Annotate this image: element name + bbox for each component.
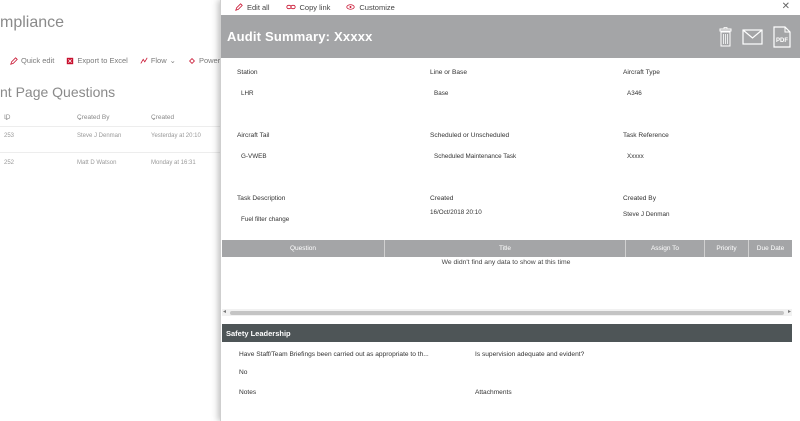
horizontal-scrollbar[interactable]: ◂ ▸	[222, 309, 792, 316]
list-title: nt Page Questions	[0, 84, 116, 100]
quick-edit-label: Quick edit	[21, 56, 55, 65]
grid-empty-message: We didn't find any data to show at this …	[441, 259, 571, 266]
svg-text:PDF: PDF	[776, 38, 788, 44]
scheduled-label: Scheduled or Unscheduled	[430, 132, 510, 139]
item-panel: Edit all Copy link Customize ✕ Audit Sum…	[220, 0, 800, 421]
aircraft-tail-value: G-VWEB	[241, 153, 267, 160]
scheduled-field: Scheduled or Unscheduled Scheduled Maint…	[430, 132, 516, 160]
created-value: 16/Oct/2018 20:10	[430, 209, 482, 216]
column-header-due-date[interactable]: Due Date	[749, 240, 792, 257]
line-or-base-label: Line or Base	[430, 69, 468, 76]
cell-created-by: Steve J Denman	[77, 133, 122, 139]
scroll-left-icon[interactable]: ◂	[223, 309, 226, 316]
created-by-label: Created By	[623, 195, 656, 202]
column-header-assign-to[interactable]: Assign To	[626, 240, 705, 257]
notes-label: Notes	[239, 389, 257, 396]
task-reference-label: Task Reference	[623, 132, 669, 139]
quick-edit-button[interactable]: Quick edit	[10, 56, 54, 65]
task-description-field: Task Description Fuel filter change	[237, 195, 289, 223]
line-or-base-value: Base	[434, 90, 449, 97]
flow-icon	[140, 57, 148, 64]
created-by-field: Created By Steve J Denman	[623, 195, 670, 218]
aircraft-tail-field: Aircraft Tail G-VWEB	[237, 132, 270, 160]
pencil-icon	[235, 3, 243, 11]
copy-link-label: Copy link	[299, 2, 331, 12]
column-header-created-by[interactable]: Created By ⌄	[77, 114, 110, 122]
scrollbar-thumb[interactable]	[230, 310, 784, 315]
aircraft-type-label: Aircraft Type	[623, 69, 660, 76]
cell-id: 253	[4, 133, 15, 139]
trash-icon[interactable]	[719, 27, 732, 47]
export-excel-button[interactable]: Export to Excel	[66, 56, 128, 65]
form-header: Audit Summary: Xxxxx PDF	[221, 15, 800, 58]
eye-icon	[346, 4, 355, 10]
station-value: LHR	[241, 90, 254, 97]
flow-label: Flow	[150, 56, 167, 65]
station-field: Station LHR	[237, 69, 258, 97]
task-description-label: Task Description	[237, 195, 286, 202]
station-label: Station	[237, 69, 258, 76]
column-header-id[interactable]: ID ⌄	[4, 114, 11, 122]
task-reference-field: Task Reference Xxxxx	[623, 132, 669, 160]
column-header-title[interactable]: Title	[385, 240, 626, 257]
chevron-down-icon: ⌄	[169, 56, 176, 65]
close-icon[interactable]: ✕	[782, 1, 790, 12]
created-field: Created 16/Oct/2018 20:10	[430, 195, 482, 216]
cell-created-by: Matt D Watson	[77, 160, 117, 166]
aircraft-type-field: Aircraft Type A346	[623, 69, 660, 97]
actions-grid-header: Question Title Assign To Priority Due Da…	[222, 240, 792, 257]
excel-icon	[67, 57, 74, 64]
command-bar: Edit all Copy link Customize	[221, 0, 800, 14]
link-icon	[285, 4, 296, 10]
cell-created: Yesterday at 20:10	[151, 133, 201, 139]
column-header-created[interactable]: Created ⌄	[151, 114, 174, 122]
scheduled-value: Scheduled Maintenance Task	[434, 153, 517, 160]
cell-id: 252	[4, 160, 15, 166]
column-header-priority[interactable]: Priority	[705, 240, 749, 257]
attachments-label: Attachments	[475, 389, 512, 396]
header-actions: PDF	[719, 26, 791, 48]
export-excel-label: Export to Excel	[77, 56, 128, 65]
cell-created: Monday at 16:31	[151, 160, 196, 166]
site-title: mpliance	[0, 14, 65, 31]
edit-all-button[interactable]: Edit all	[235, 3, 270, 12]
copy-link-button[interactable]: Copy link	[285, 2, 331, 12]
customize-button[interactable]: Customize	[346, 2, 395, 12]
task-reference-value: Xxxxx	[627, 153, 644, 160]
mail-icon[interactable]	[742, 29, 763, 45]
question-staff-briefings: Have Staff/Team Briefings been carried o…	[239, 351, 429, 358]
divider	[0, 152, 220, 153]
column-header-question[interactable]: Question	[222, 240, 385, 257]
pdf-icon[interactable]: PDF	[773, 26, 791, 48]
task-description-value: Fuel filter change	[241, 216, 290, 223]
divider	[0, 126, 220, 127]
question-supervision: Is supervision adequate and evident?	[475, 351, 585, 358]
form-title: Audit Summary: Xxxxx	[227, 29, 373, 44]
edit-all-label: Edit all	[247, 2, 270, 12]
line-or-base-field: Line or Base Base	[430, 69, 468, 97]
list-toolbar: Quick edit Export to Excel Flow ⌄ PowerA…	[10, 56, 237, 65]
created-by-value: Steve J Denman	[623, 211, 670, 218]
question-answer: No	[239, 369, 248, 376]
powerapps-icon	[188, 57, 195, 64]
section-header: Safety Leadership	[222, 324, 792, 342]
created-label: Created	[430, 195, 454, 202]
aircraft-tail-label: Aircraft Tail	[237, 132, 270, 139]
customize-label: Customize	[359, 2, 395, 12]
aircraft-type-value: A346	[627, 90, 642, 97]
flow-button[interactable]: Flow ⌄	[140, 56, 176, 65]
pencil-icon	[10, 56, 18, 65]
scroll-right-icon[interactable]: ▸	[788, 309, 791, 316]
